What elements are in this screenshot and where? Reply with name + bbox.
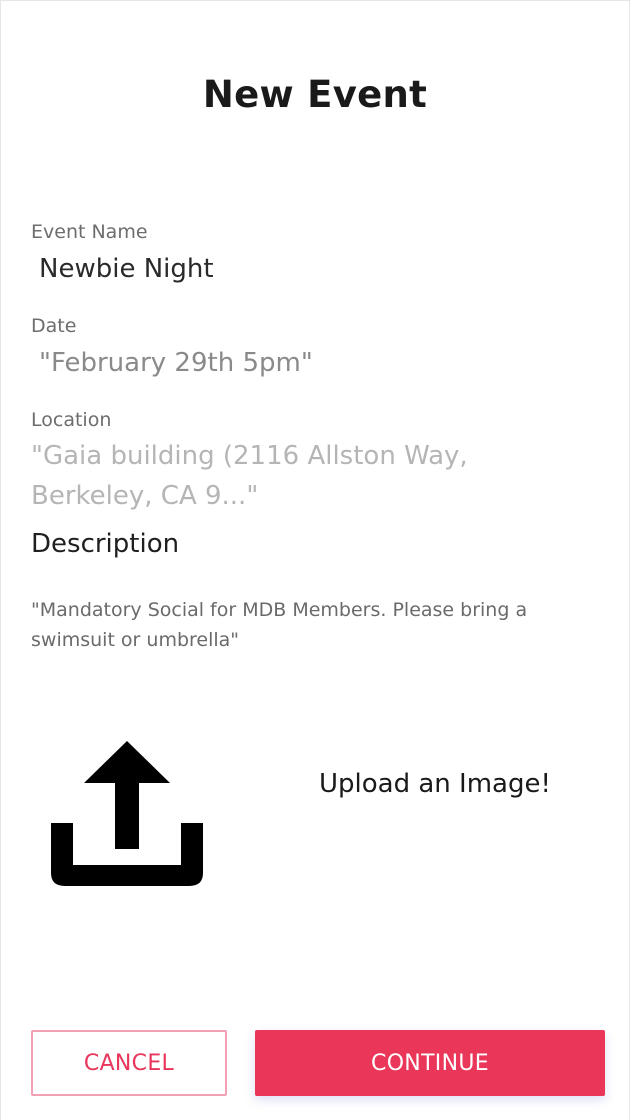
image-upload-area[interactable]: Upload an Image! xyxy=(31,721,601,901)
location-field[interactable]: "Gaia building (2116 Allston Way, Berkel… xyxy=(31,436,491,516)
page-title: New Event xyxy=(202,73,428,116)
description-field[interactable]: "Mandatory Social for MDB Members. Pleas… xyxy=(31,595,581,655)
upload-icon[interactable] xyxy=(51,731,206,886)
new-event-screen: New Event Event Name Newbie Night Date "… xyxy=(0,0,630,1120)
date-field[interactable]: "February 29th 5pm" xyxy=(39,348,313,378)
description-label: Description xyxy=(31,529,180,559)
continue-button[interactable]: CONTINUE xyxy=(255,1030,605,1096)
cancel-button[interactable]: CANCEL xyxy=(31,1030,227,1096)
upload-image-label[interactable]: Upload an Image! xyxy=(319,769,551,799)
event-name-label: Event Name xyxy=(31,221,148,243)
date-label: Date xyxy=(31,315,77,337)
location-label: Location xyxy=(31,409,112,431)
event-name-field[interactable]: Newbie Night xyxy=(39,254,214,284)
